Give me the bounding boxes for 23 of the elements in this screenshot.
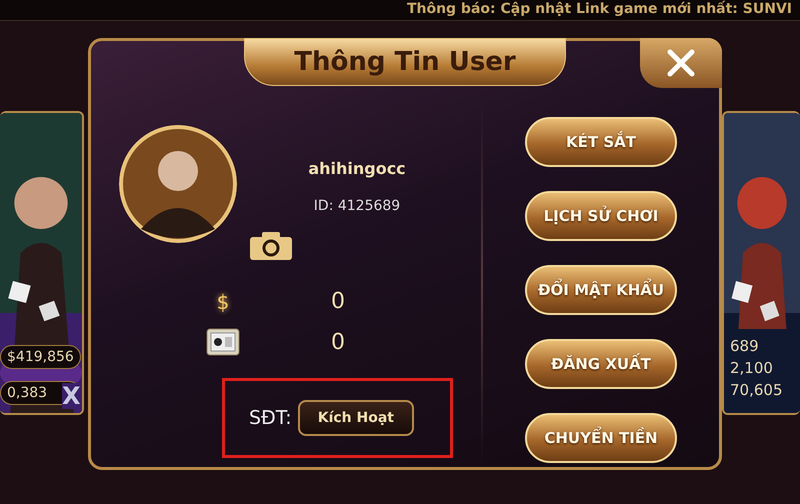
menu-button[interactable]: CHUYỂN TIỀN	[525, 413, 677, 463]
camera-icon[interactable]	[249, 231, 293, 261]
menu-button[interactable]: ĐỔI MẬT KHẨU	[525, 265, 677, 315]
dollar-sign: $	[216, 290, 230, 314]
menu-button[interactable]: ĐĂNG XUẤT	[525, 339, 677, 389]
close-button[interactable]	[640, 38, 722, 88]
jackpot-amount: 70,605	[730, 381, 784, 399]
safe-icon	[206, 328, 240, 356]
user-id: ID: 4125689	[314, 198, 400, 214]
jackpot-amount: 689	[730, 337, 760, 355]
dialog-title: Thông Tin User	[244, 38, 566, 86]
username: ahihingocc	[308, 159, 406, 178]
menu-button[interactable]: LỊCH SỬ CHƠI	[525, 191, 677, 241]
notice-text: Thông báo: Cập nhật Link game mới nhất: SUNVI	[406, 0, 792, 19]
balance-value: 0	[331, 330, 345, 354]
close-icon	[666, 48, 696, 78]
game-logo: XI	[62, 383, 82, 409]
menu-button[interactable]: KÉT SẮT	[525, 117, 677, 167]
phone-label: SĐT:	[249, 407, 292, 429]
jackpot-amount: $419,856	[0, 345, 81, 369]
balance-value: 0	[331, 289, 345, 314]
jackpot-amount: 2,100	[730, 359, 774, 377]
activate-button[interactable]: Kích Hoạt	[298, 400, 414, 436]
